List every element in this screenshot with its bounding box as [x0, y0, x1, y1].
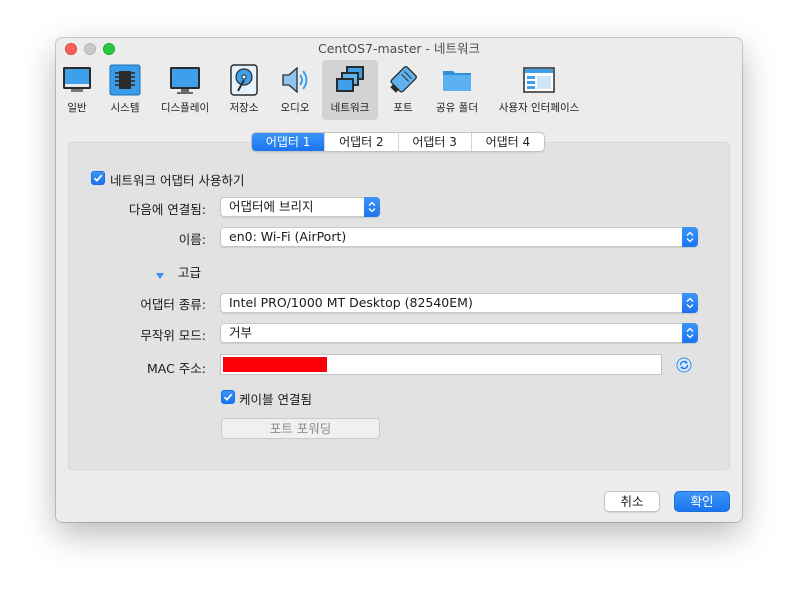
attached-to-label: 다음에 연결됨:: [128, 202, 206, 217]
redaction-bar: [223, 357, 327, 372]
toolbar-item-network[interactable]: 네트워크: [322, 60, 378, 120]
storage-disk-icon: [228, 64, 260, 96]
window-title: CentOS7-master - 네트워크: [317, 41, 481, 56]
settings-toolbar: 일반 시스템 디스플레이 저장소 오디오 네트워크 포트 공유 폴더 사용자 인…: [56, 60, 742, 120]
cable-connected-checkbox[interactable]: [221, 390, 235, 404]
enable-adapter-label: 네트워크 어댑터 사용하기: [110, 173, 245, 188]
interface-name-select[interactable]: en0: Wi-Fi (AirPort): [220, 227, 698, 247]
general-icon: [61, 64, 93, 96]
checkmark-icon: [223, 393, 233, 401]
toolbar-item-general[interactable]: 일반: [56, 60, 98, 120]
port-forwarding-button[interactable]: 포트 포워딩: [221, 418, 380, 439]
network-icon: [334, 64, 366, 96]
tab-adapter-3[interactable]: 어댑터 3: [397, 133, 471, 151]
system-chip-icon: [109, 64, 141, 96]
cable-connected-label: 케이블 연결됨: [239, 392, 312, 407]
toolbar-item-storage[interactable]: 저장소: [223, 60, 265, 120]
display-monitor-icon: [169, 64, 201, 96]
audio-speaker-icon: [279, 64, 311, 96]
settings-window: CentOS7-master - 네트워크 일반 시스템 디스플레이 저장소 오…: [56, 38, 742, 522]
advanced-label[interactable]: 고급: [178, 262, 201, 281]
title-bar: CentOS7-master - 네트워크: [56, 38, 742, 60]
close-window-button[interactable]: [65, 43, 77, 55]
promiscuous-mode-select[interactable]: 거부: [220, 323, 698, 343]
select-arrows-icon: [682, 227, 698, 247]
promiscuous-mode-label: 무작위 모드:: [140, 328, 206, 343]
user-interface-icon: [523, 64, 555, 96]
toolbar-item-shared-folders[interactable]: 공유 폴더: [430, 60, 484, 120]
tab-adapter-1[interactable]: 어댑터 1: [252, 133, 325, 151]
attached-to-select[interactable]: 어댑터에 브리지: [220, 197, 380, 217]
adapter-tabs: 어댑터 1 어댑터 2 어댑터 3 어댑터 4: [251, 132, 545, 152]
select-arrows-icon: [364, 197, 380, 217]
enable-adapter-checkbox[interactable]: [91, 171, 105, 185]
refresh-mac-icon[interactable]: [676, 357, 692, 377]
toolbar-item-display[interactable]: 디스플레이: [156, 60, 214, 120]
ok-button[interactable]: 확인: [674, 491, 730, 512]
serial-port-icon: [387, 64, 419, 96]
toolbar-item-ports[interactable]: 포트: [386, 60, 420, 120]
adapter-type-select[interactable]: Intel PRO/1000 MT Desktop (82540EM): [220, 293, 698, 313]
tab-adapter-2[interactable]: 어댑터 2: [324, 133, 397, 151]
select-arrows-icon: [682, 293, 698, 313]
tab-adapter-4[interactable]: 어댑터 4: [470, 133, 544, 151]
disclosure-triangle-icon[interactable]: [155, 265, 165, 284]
adapter-type-label: 어댑터 종류:: [140, 297, 206, 312]
shared-folder-icon: [441, 64, 473, 96]
name-label: 이름:: [178, 232, 206, 247]
zoom-window-button[interactable]: [103, 43, 115, 55]
checkmark-icon: [93, 174, 103, 182]
toolbar-item-user-interface[interactable]: 사용자 인터페이스: [492, 60, 586, 120]
mac-address-field[interactable]: [220, 354, 662, 375]
toolbar-item-audio[interactable]: 오디오: [273, 60, 317, 120]
mac-address-label: MAC 주소:: [146, 361, 206, 376]
toolbar-item-system[interactable]: 시스템: [104, 60, 146, 120]
select-arrows-icon: [682, 323, 698, 343]
cancel-button[interactable]: 취소: [604, 491, 660, 512]
minimize-window-button[interactable]: [84, 43, 96, 55]
